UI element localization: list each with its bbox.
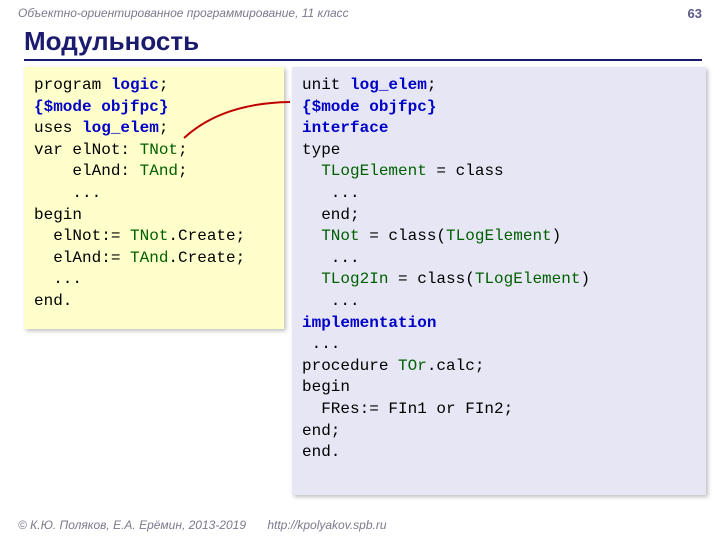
footer-copyright: © К.Ю. Поляков, Е.А. Ерёмин, 2013-2019 — [18, 518, 246, 532]
code-text: var elNot: — [34, 141, 140, 159]
code-text: log_elem — [82, 119, 159, 137]
code-text: ; — [178, 141, 188, 159]
code-text: implementation — [302, 314, 436, 332]
code-text: end; — [302, 422, 340, 440]
code-text: TLogElement — [475, 270, 581, 288]
code-right-box: unit log_elem; {$mode objfpc} interface … — [292, 67, 706, 495]
code-text: uses — [34, 119, 82, 137]
code-text: elNot:= — [34, 227, 130, 245]
footer-url: http://kpolyakov.spb.ru — [267, 518, 386, 532]
code-text: TAnd — [130, 249, 168, 267]
code-text: ... — [34, 270, 82, 288]
code-text: ... — [34, 184, 101, 202]
code-text: elAnd:= — [34, 249, 130, 267]
code-text: TOr — [398, 357, 427, 375]
code-text: begin — [34, 206, 82, 224]
code-text: TLog2In — [321, 270, 388, 288]
code-text: interface — [302, 119, 388, 137]
code-text: = class — [427, 162, 504, 180]
code-text: type — [302, 141, 340, 159]
code-text: .Create; — [168, 227, 245, 245]
title-underline — [24, 59, 702, 61]
header-subtitle: Объектно-ориентированное программировани… — [0, 0, 720, 20]
code-text: {$mode objfpc} — [34, 98, 168, 116]
code-text: .calc; — [427, 357, 485, 375]
code-text: ) — [552, 227, 562, 245]
code-text: ; — [159, 119, 169, 137]
code-text: ... — [302, 184, 360, 202]
slide-title: Модульность — [0, 20, 720, 59]
code-text: ... — [302, 292, 360, 310]
code-text: TNot — [321, 227, 359, 245]
content-area: program logic; {$mode objfpc} uses log_e… — [0, 67, 720, 495]
code-text: = class( — [388, 270, 474, 288]
page-number: 63 — [688, 6, 702, 21]
code-text: ; — [427, 76, 437, 94]
code-text — [302, 227, 321, 245]
code-text: TLogElement — [321, 162, 427, 180]
code-text: log_elem — [350, 76, 427, 94]
code-text: end. — [34, 292, 72, 310]
code-text: unit — [302, 76, 350, 94]
footer: © К.Ю. Поляков, Е.А. Ерёмин, 2013-2019 h… — [18, 518, 387, 532]
code-text: .Create; — [168, 249, 245, 267]
code-text — [302, 270, 321, 288]
code-text: TNot — [140, 141, 178, 159]
code-text: ... — [302, 335, 340, 353]
code-text: ... — [302, 249, 360, 267]
code-text: end. — [302, 443, 340, 461]
code-text: ) — [580, 270, 590, 288]
code-text: procedure — [302, 357, 398, 375]
code-text: program — [34, 76, 101, 94]
code-text: begin — [302, 378, 350, 396]
code-text — [302, 162, 321, 180]
code-text: end; — [302, 206, 360, 224]
code-text: ; — [159, 76, 169, 94]
code-text: TLogElement — [446, 227, 552, 245]
code-text: FRes:= FIn1 or FIn2; — [302, 400, 513, 418]
code-text: TAnd — [140, 162, 178, 180]
code-left-box: program logic; {$mode objfpc} uses log_e… — [24, 67, 284, 329]
code-text: TNot — [130, 227, 168, 245]
code-text: ; — [178, 162, 188, 180]
code-text: = class( — [360, 227, 446, 245]
code-text: elAnd: — [34, 162, 140, 180]
code-text: {$mode objfpc} — [302, 98, 436, 116]
code-text: logic — [101, 76, 159, 94]
